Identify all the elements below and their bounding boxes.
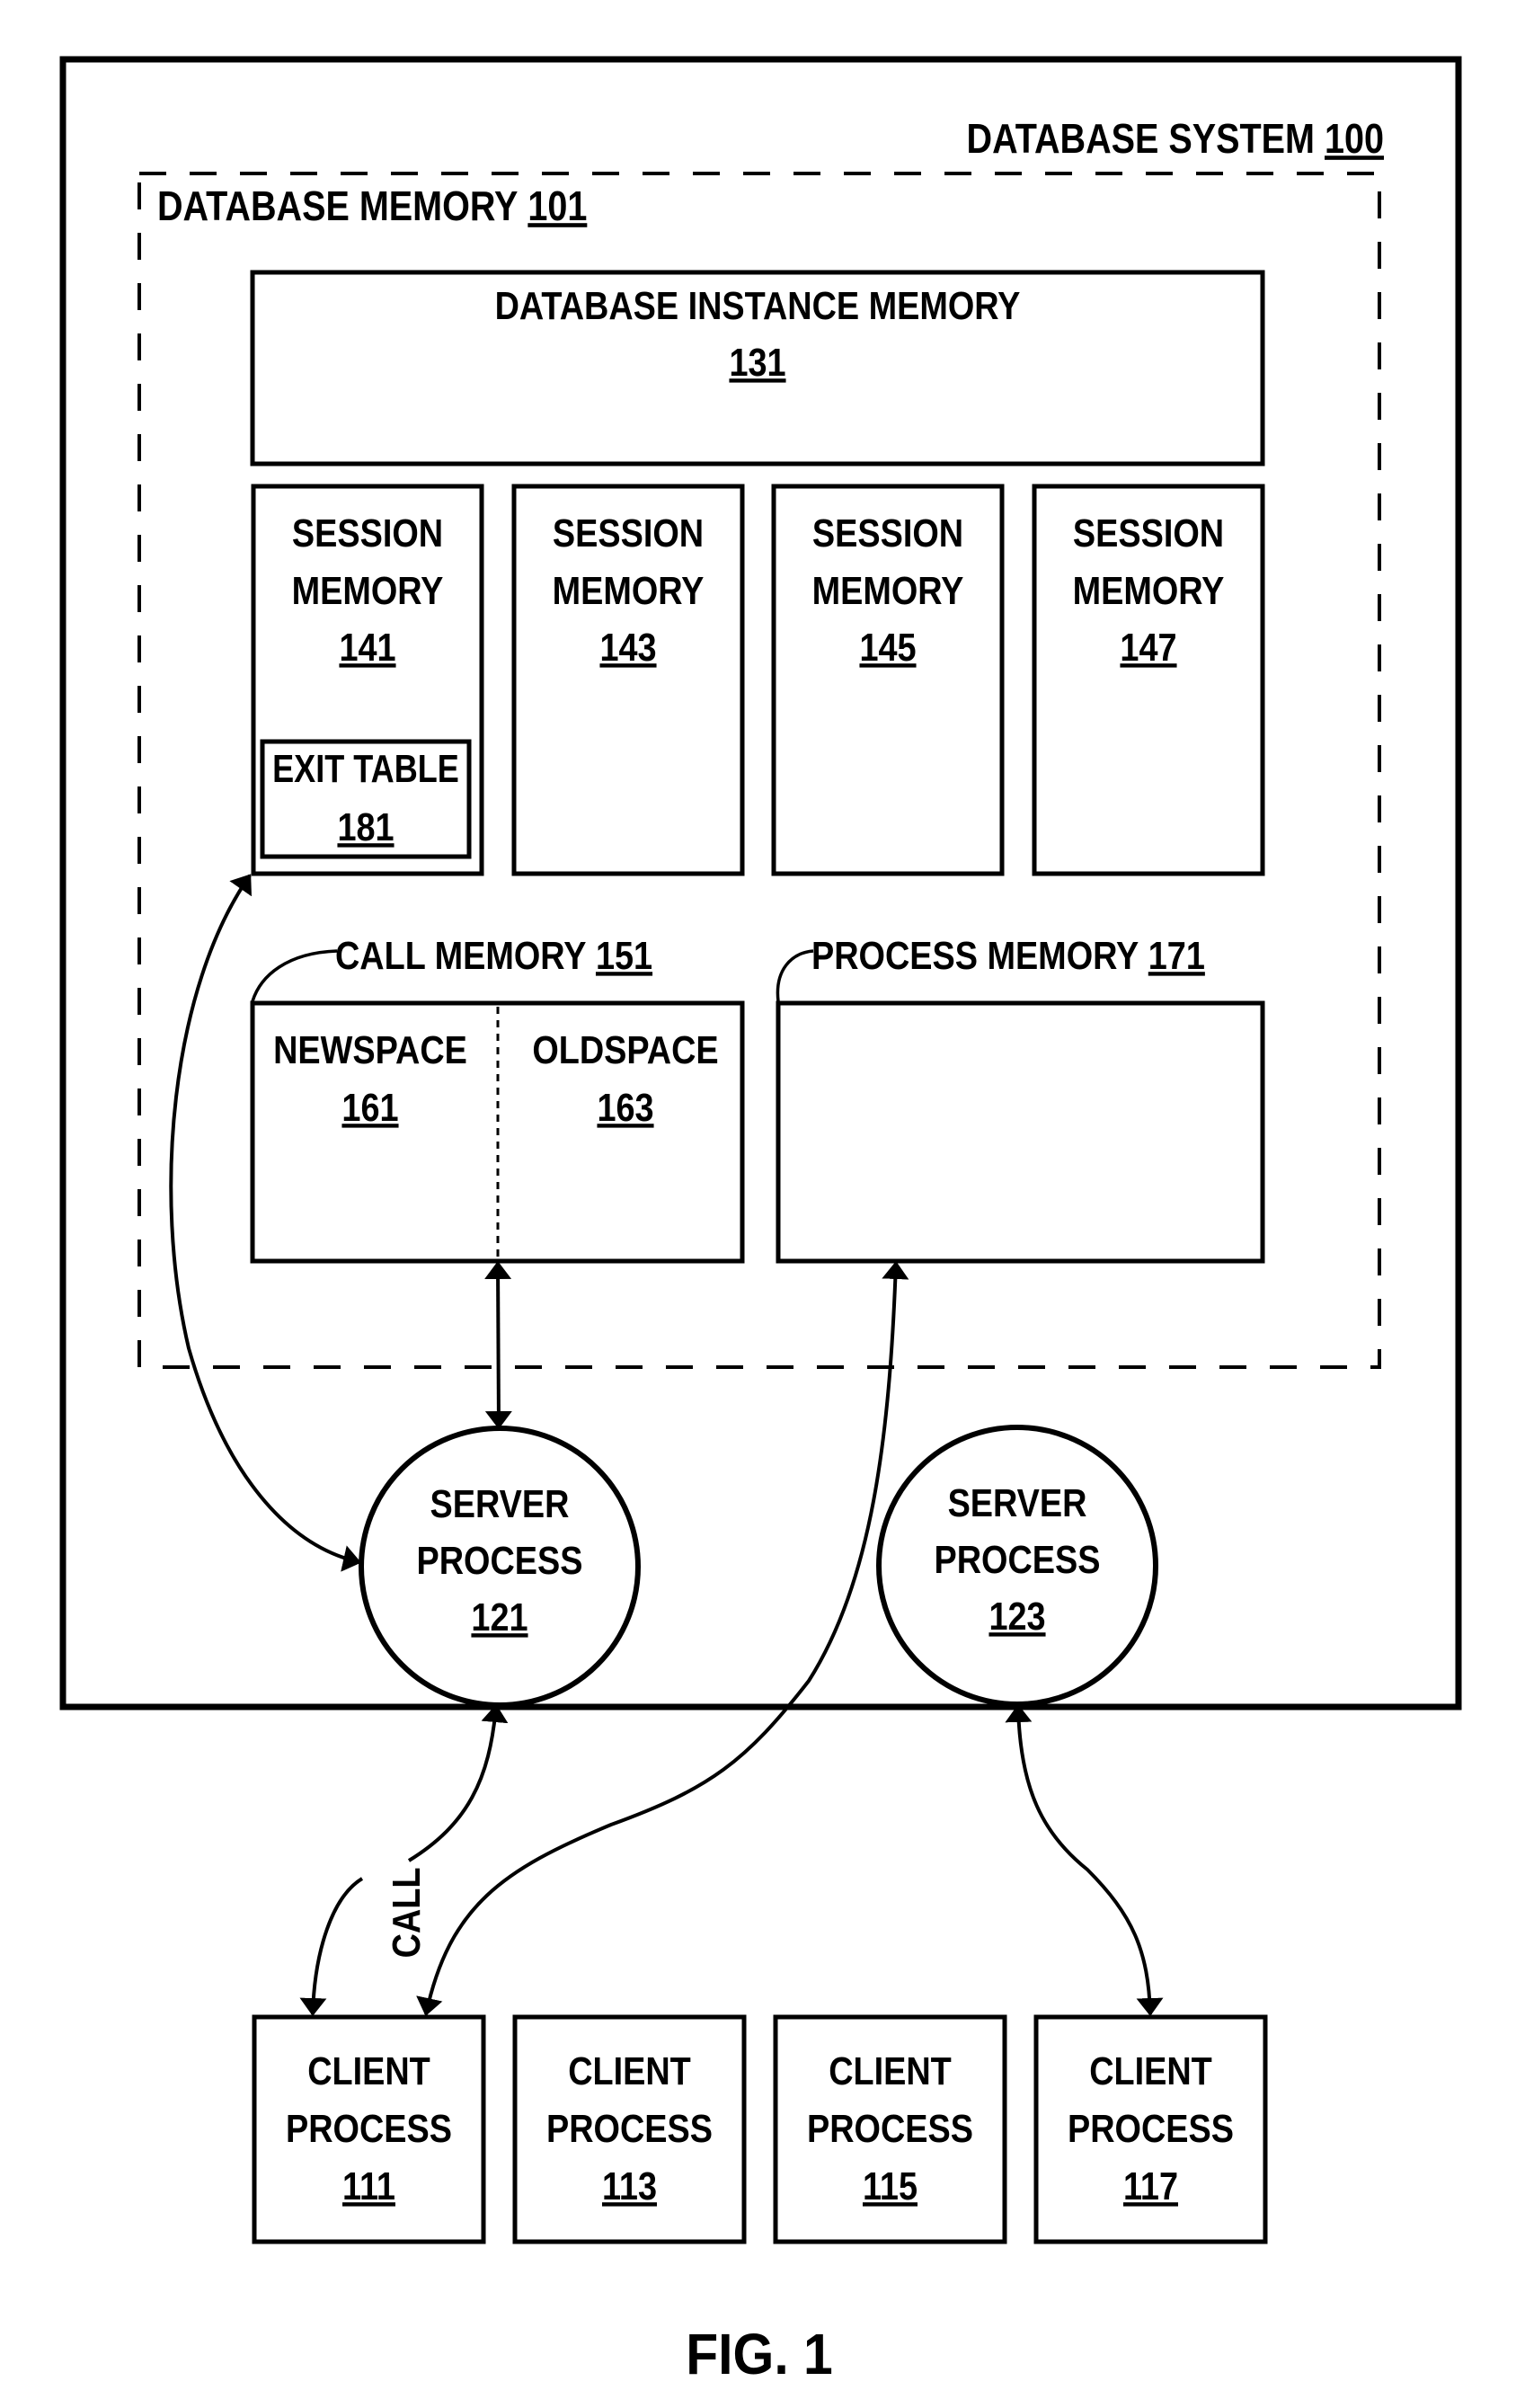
database-memory-ref: 101: [527, 183, 587, 229]
newspace-label: NEWSPACE: [273, 1027, 467, 1071]
process-memory-leader: [776, 949, 814, 1002]
session-memory-ref: 147: [1120, 625, 1176, 669]
call-memory: CALL MEMORY 151 NEWSPACE 161 OLDSPACE 16…: [250, 933, 745, 1264]
client-process-ref: 113: [602, 2164, 657, 2208]
server-process-line2: PROCESS: [417, 1538, 583, 1582]
session-memory-line1: SESSION: [1073, 511, 1224, 555]
client-process-117: CLIENT PROCESS 117: [1033, 2014, 1268, 2244]
client-process-line2: PROCESS: [546, 2106, 713, 2150]
arrow-client117-server123: [1005, 1704, 1164, 2016]
exit-table: EXIT TABLE 181: [260, 739, 472, 859]
session-memory-line2: MEMORY: [1073, 568, 1225, 612]
client-process-ref: 111: [342, 2164, 395, 2208]
session-memory-145: SESSION MEMORY 145: [771, 484, 1005, 876]
arrow-call-server121: [407, 1704, 509, 1862]
process-memory-label: PROCESS MEMORY 171: [811, 933, 1205, 977]
client-process-113: CLIENT PROCESS 113: [512, 2014, 747, 2244]
database-memory-text: DATABASE MEMORY: [157, 183, 518, 229]
server-process-ref: 121: [471, 1595, 527, 1639]
client-process-line1: CLIENT: [1089, 2048, 1212, 2093]
client-process-group: CLIENT PROCESS 111 CLIENT PROCESS 113 CLIENT PR…: [252, 2014, 1268, 2244]
svg-text:DATABASE SYSTEM 100: DATABASE SYSTEM 100: [967, 116, 1384, 162]
server-process-line1: SERVER: [430, 1481, 570, 1525]
figure-caption: FIG. 1: [686, 2323, 833, 2387]
call-memory-text: CALL MEMORY: [335, 933, 586, 977]
client-process-line1: CLIENT: [829, 2048, 952, 2093]
session-memory-line1: SESSION: [553, 511, 704, 555]
arrow-server121-call-memory: [484, 1261, 512, 1429]
oldspace-label: OLDSPACE: [532, 1027, 718, 1071]
instance-memory-label: DATABASE INSTANCE MEMORY: [495, 283, 1021, 327]
server-process-line1: SERVER: [948, 1480, 1087, 1524]
client-process-line1: CLIENT: [568, 2048, 691, 2093]
session-memory-line1: SESSION: [812, 511, 963, 555]
process-memory: PROCESS MEMORY 171: [776, 933, 1265, 1264]
client-process-line2: PROCESS: [1068, 2106, 1234, 2150]
call-memory-leader: [251, 949, 338, 1002]
process-memory-text: PROCESS MEMORY: [811, 933, 1139, 977]
server-process-123: SERVER PROCESS 123: [876, 1425, 1158, 1707]
database-memory-label: DATABASE MEMORY 101: [157, 183, 587, 229]
server-process-ref: 123: [989, 1594, 1045, 1638]
database-system-ref: 100: [1325, 116, 1384, 162]
newspace-ref: 161: [341, 1085, 398, 1129]
server-process-line2: PROCESS: [935, 1537, 1101, 1581]
call-memory-ref: 151: [596, 933, 652, 977]
session-memory-147: SESSION MEMORY 147: [1032, 484, 1265, 876]
session-memory-143: SESSION MEMORY 143: [511, 484, 745, 876]
session-memory-ref: 141: [339, 625, 395, 669]
database-system-text: DATABASE SYSTEM: [967, 116, 1315, 162]
server-process-group: SERVER PROCESS 121 SERVER PROCESS 123: [359, 1425, 1158, 1708]
client-process-line2: PROCESS: [807, 2106, 973, 2150]
client-process-line2: PROCESS: [286, 2106, 452, 2150]
client-process-115: CLIENT PROCESS 115: [773, 2014, 1007, 2244]
call-memory-label: CALL MEMORY 151: [335, 933, 652, 977]
session-memory-ref: 145: [859, 625, 916, 669]
session-memory-line2: MEMORY: [812, 568, 964, 612]
session-memory-line2: MEMORY: [292, 568, 444, 612]
exit-table-label: EXIT TABLE: [272, 747, 459, 791]
client-process-ref: 117: [1123, 2164, 1178, 2208]
exit-table-ref: 181: [337, 804, 394, 849]
database-system-label: DATABASE SYSTEM 100: [967, 116, 1384, 162]
arrow-client111-server121: [299, 1877, 364, 2016]
database-system-diagram: DATABASE SYSTEM 100 DATABASE MEMORY 101 …: [59, 56, 1462, 2387]
database-instance-memory: DATABASE INSTANCE MEMORY 131: [250, 270, 1265, 466]
call-label: CALL: [384, 1868, 428, 1959]
session-memory-line1: SESSION: [292, 511, 443, 555]
client-process-ref: 115: [863, 2164, 918, 2208]
process-memory-ref: 171: [1148, 933, 1205, 977]
session-memory-ref: 143: [599, 625, 656, 669]
session-memory-line2: MEMORY: [553, 568, 705, 612]
server-process-121: SERVER PROCESS 121: [359, 1426, 641, 1708]
client-process-111: CLIENT PROCESS 111: [252, 2014, 486, 2244]
client-process-line1: CLIENT: [307, 2048, 430, 2093]
oldspace-ref: 163: [597, 1085, 653, 1129]
instance-memory-ref: 131: [729, 340, 785, 384]
